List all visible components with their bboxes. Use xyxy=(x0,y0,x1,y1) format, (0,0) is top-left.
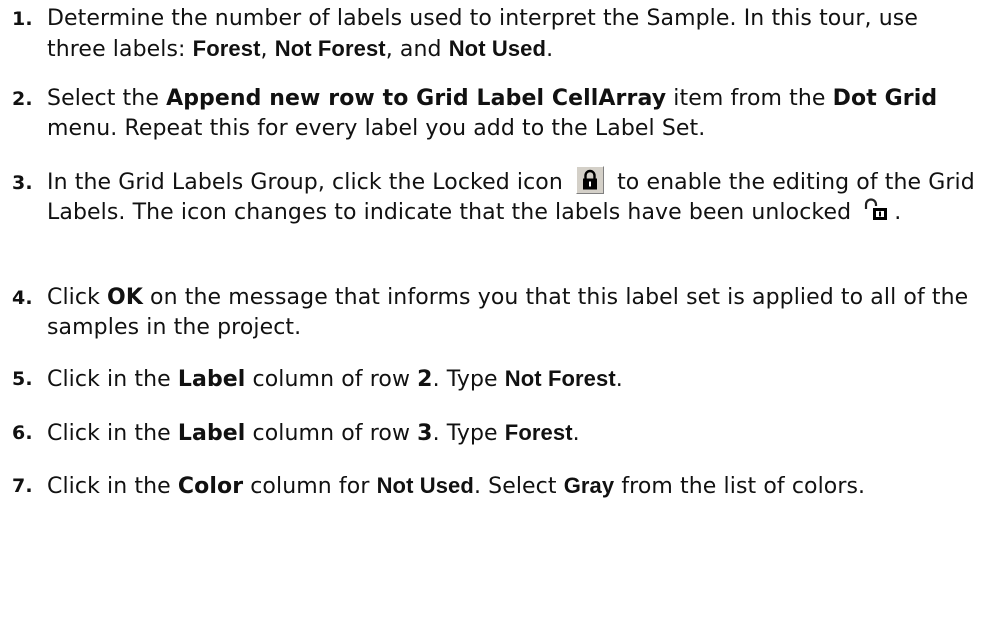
text-run: . xyxy=(894,200,902,225)
text-run: , xyxy=(260,37,275,62)
step-number: 1. xyxy=(12,8,33,30)
bold-term: Not Forest xyxy=(504,366,616,391)
bold-term: Append new row to Grid Label CellArray xyxy=(166,86,667,111)
step-number: 7. xyxy=(12,475,33,497)
text-run: Click in the xyxy=(47,474,178,499)
text-run: , and xyxy=(385,37,449,62)
text-run: item from the xyxy=(666,86,833,111)
step-text: Click OK on the message that informs you… xyxy=(47,283,982,343)
bold-term: Not Used xyxy=(448,36,547,61)
text-run: column of row xyxy=(245,367,418,392)
text-run: . Type xyxy=(432,421,505,446)
step-text: Select the Append new row to Grid Label … xyxy=(47,84,982,144)
bold-term: Dot Grid xyxy=(832,86,938,111)
step-number: 6. xyxy=(12,422,33,444)
text-run: from the list of colors. xyxy=(614,474,866,499)
text-run: . Select xyxy=(473,474,564,499)
bold-term: 3 xyxy=(417,421,433,446)
text-run: Click in the xyxy=(47,367,178,392)
text-run: . xyxy=(572,421,580,446)
text-run: column of row xyxy=(245,421,418,446)
step-text: Click in the Label column of row 3. Type… xyxy=(47,418,982,449)
step-text: In the Grid Labels Group, click the Lock… xyxy=(47,166,982,228)
text-run: on the message that informs you that thi… xyxy=(47,285,969,340)
text-run: Click xyxy=(47,285,108,310)
bold-term: 2 xyxy=(417,367,433,392)
unlock-icon xyxy=(862,196,890,224)
text-run: In the Grid Labels Group, click the Lock… xyxy=(47,170,570,195)
bold-term: Gray xyxy=(563,473,615,498)
text-run: column for xyxy=(243,474,377,499)
step-number: 2. xyxy=(12,88,33,110)
text-run: Click in the xyxy=(47,421,178,446)
lock-icon xyxy=(575,166,604,194)
step-text: Determine the number of labels used to i… xyxy=(47,4,982,65)
bold-term: Label xyxy=(177,367,246,392)
bold-term: Not Forest xyxy=(274,36,386,61)
bold-term: OK xyxy=(107,285,143,310)
step-number: 3. xyxy=(12,172,33,194)
bold-term: Label xyxy=(177,421,246,446)
text-run: menu. Repeat this for every label you ad… xyxy=(47,116,706,141)
bold-term: Forest xyxy=(192,36,261,61)
step-text: Click in the Color column for Not Used. … xyxy=(47,471,982,502)
bold-term: Not Used xyxy=(376,473,474,498)
text-run: . xyxy=(615,367,623,392)
step-number: 5. xyxy=(12,368,33,390)
text-run: Select the xyxy=(47,86,167,111)
step-number: 4. xyxy=(12,287,33,309)
bold-term: Color xyxy=(177,474,244,499)
step-text: Click in the Label column of row 2. Type… xyxy=(47,364,982,395)
text-run: . xyxy=(546,37,554,62)
text-run: . Type xyxy=(432,367,505,392)
bold-term: Forest xyxy=(504,420,573,445)
